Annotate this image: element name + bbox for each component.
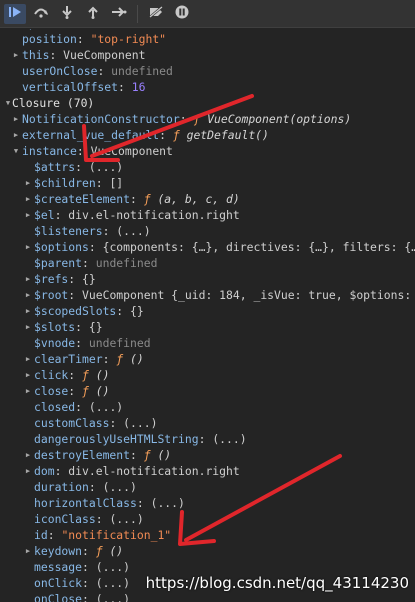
- annotation-overlay: [82, 94, 342, 546]
- watermark: https://blog.csdn.net/qq_43114230: [145, 574, 409, 592]
- annotation-arrow-bottom: [184, 454, 342, 542]
- annotation-arrow-top: [90, 94, 254, 158]
- annotation-arrow-top-head: [82, 124, 120, 162]
